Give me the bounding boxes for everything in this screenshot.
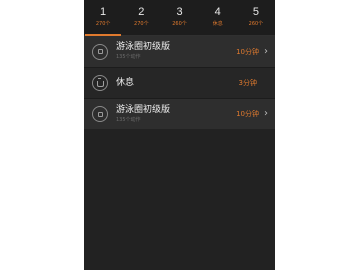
day-tab-bar: 1 270个 2 270个 3 260个 4 休息 5 260个 (84, 0, 275, 36)
cup-icon (92, 75, 108, 91)
square-circle-icon (92, 43, 108, 60)
tab-count: 260个 (248, 21, 264, 27)
tab-count: 270个 (95, 21, 111, 27)
tab-day-5[interactable]: 5 260个 (237, 0, 275, 36)
list-item-exercise[interactable]: 游泳圈初级版 135个动作 10分钟 › (84, 36, 275, 67)
exercise-title: 游泳圈初级版 (116, 104, 171, 115)
tab-number: 3 (176, 6, 183, 18)
tab-number: 4 (214, 6, 221, 18)
tab-day-1[interactable]: 1 270个 (84, 0, 122, 36)
list-item-exercise[interactable]: 游泳圈初级版 135个动作 10分钟 › (84, 98, 275, 129)
square-circle-icon (92, 106, 108, 122)
tab-count: 休息 (212, 21, 223, 27)
chevron-right-icon: › (264, 108, 268, 119)
workout-list: 游泳圈初级版 135个动作 10分钟 › 休息 3分钟 游泳圈初级版 135个动… (84, 36, 275, 129)
tab-day-4[interactable]: 4 休息 (199, 0, 237, 36)
exercise-subtitle: 135个动作 (116, 116, 141, 123)
tab-number: 5 (252, 6, 259, 18)
tab-day-2[interactable]: 2 270个 (122, 0, 160, 36)
tab-day-3[interactable]: 3 260个 (160, 0, 198, 36)
workout-screen: 1 270个 2 270个 3 260个 4 休息 5 260个 游泳圈初级版 … (84, 0, 275, 270)
exercise-duration: 10分钟 (236, 47, 259, 56)
tab-count: 260个 (172, 21, 187, 27)
tab-number: 1 (100, 6, 107, 18)
exercise-title: 游泳圈初级版 (116, 42, 171, 52)
rest-title: 休息 (116, 77, 135, 88)
list-item-rest[interactable]: 休息 3分钟 (84, 67, 275, 98)
exercise-subtitle: 135个动作 (116, 54, 141, 60)
rest-duration: 3分钟 (238, 79, 257, 87)
tab-count: 270个 (134, 21, 149, 27)
tab-number: 2 (138, 6, 145, 18)
chevron-right-icon: › (264, 45, 268, 57)
exercise-duration: 10分钟 (236, 110, 259, 118)
